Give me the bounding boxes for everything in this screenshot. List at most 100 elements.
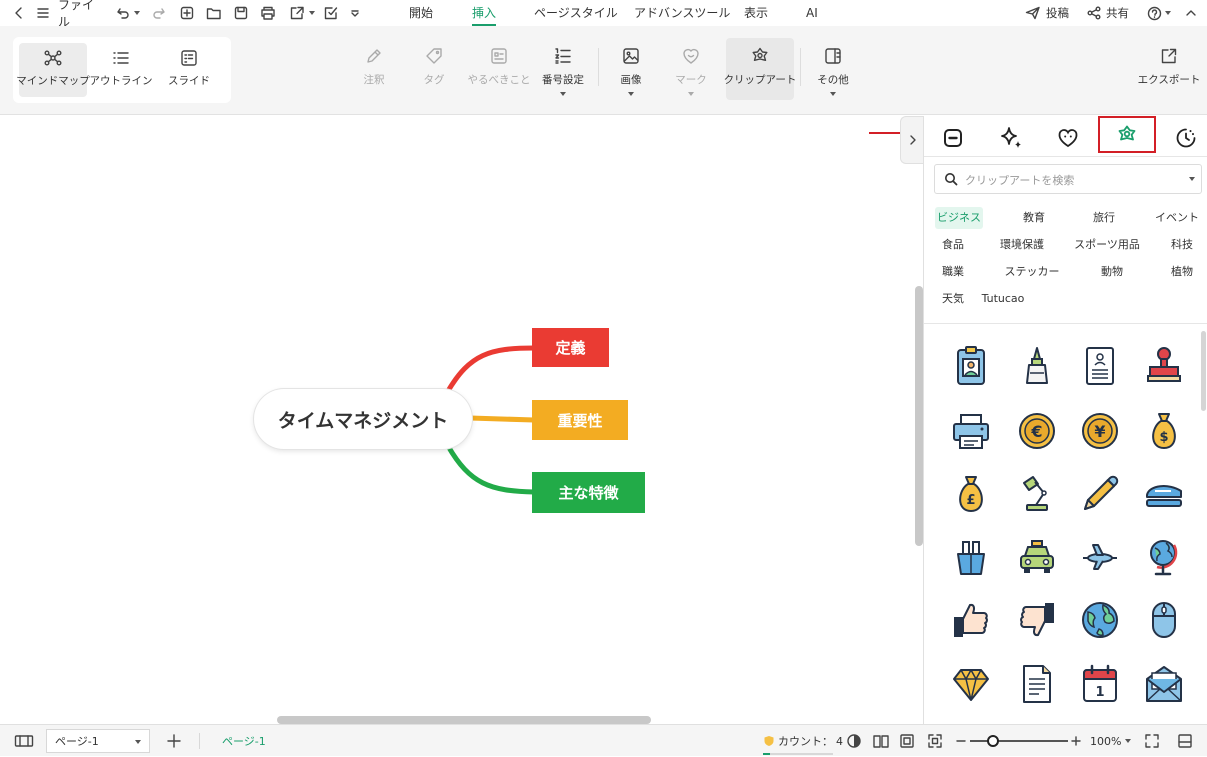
undo-dropdown-icon[interactable]	[132, 0, 142, 26]
category-environment[interactable]: 環境保護	[994, 234, 1050, 256]
print-icon[interactable]	[258, 0, 278, 26]
fit-screen-icon[interactable]	[927, 725, 943, 757]
image-tool[interactable]: 画像	[608, 38, 654, 100]
clipart-tool[interactable]: クリップアート	[724, 38, 796, 100]
zoom-level[interactable]: 100%	[1090, 725, 1132, 757]
other-tool[interactable]: その他	[810, 38, 856, 100]
page-select[interactable]: ページ-1	[46, 729, 150, 753]
collapse-ribbon-icon[interactable]	[1182, 0, 1200, 26]
category-food[interactable]: 食品	[935, 234, 971, 256]
mark-tool[interactable]: マーク	[668, 38, 714, 100]
thumbs-up-icon[interactable]	[950, 599, 992, 641]
export-dropdown-icon[interactable]	[307, 0, 317, 26]
share-button[interactable]: 共有	[1083, 0, 1133, 26]
document-icon[interactable]	[1016, 663, 1058, 705]
resume-document-icon[interactable]	[1079, 345, 1121, 387]
thumbs-down-icon[interactable]	[1016, 599, 1058, 641]
canvas-horizontal-scrollbar[interactable]	[277, 716, 651, 724]
search-dropdown-icon[interactable]	[1189, 177, 1195, 181]
redo-icon[interactable]	[150, 0, 168, 26]
binder-clip-icon[interactable]	[950, 536, 992, 578]
panel-tab-clipart[interactable]	[1098, 116, 1156, 153]
mindmap-canvas[interactable]: タイムマネジメント 定義 重要性 主な特徴	[0, 116, 924, 724]
category-education[interactable]: 教育	[1014, 207, 1054, 229]
tab-advanced-tools[interactable]: アドバンスツール	[634, 0, 730, 26]
id-badge-icon[interactable]	[950, 345, 992, 387]
save-icon[interactable]	[232, 0, 250, 26]
pound-money-bag-icon[interactable]: £	[950, 473, 992, 515]
yen-coin-icon[interactable]: ¥	[1079, 410, 1121, 452]
tab-ai[interactable]: AI	[806, 0, 818, 26]
clipart-search-input[interactable]	[965, 171, 1175, 189]
computer-mouse-icon[interactable]	[1143, 599, 1185, 641]
tab-page-style[interactable]: ページスタイル	[534, 0, 618, 26]
topic-importance[interactable]: 重要性	[532, 400, 628, 440]
clipart-search-box[interactable]	[934, 164, 1202, 194]
pencil-icon[interactable]	[1079, 473, 1121, 515]
share-export-icon[interactable]	[288, 0, 308, 26]
numbering-tool[interactable]: 番号設定	[536, 38, 590, 100]
stapler-icon[interactable]	[1143, 473, 1185, 515]
central-topic[interactable]: タイムマネジメント	[254, 389, 472, 449]
more-quick-access-icon[interactable]	[346, 0, 364, 26]
export-button[interactable]: エクスポート	[1138, 38, 1200, 100]
earth-icon[interactable]	[1079, 599, 1121, 641]
page-tab[interactable]: ページ-1	[222, 725, 266, 757]
fit-page-icon[interactable]	[899, 725, 915, 757]
add-page-button[interactable]	[166, 725, 182, 757]
glue-bottle-icon[interactable]	[1016, 345, 1058, 387]
calendar-icon[interactable]: 1	[1079, 663, 1121, 705]
outline-view-button[interactable]: アウトライン	[87, 43, 155, 97]
euro-coin-icon[interactable]: €	[1016, 410, 1058, 452]
topic-features[interactable]: 主な特徴	[532, 472, 645, 513]
file-menu[interactable]: ファイル	[58, 0, 96, 29]
topic-definition[interactable]: 定義	[532, 328, 609, 367]
desk-lamp-icon[interactable]	[1016, 473, 1058, 515]
tag-tool[interactable]: タグ	[412, 38, 456, 100]
category-weather[interactable]: 天気	[935, 288, 971, 310]
open-folder-icon[interactable]	[204, 0, 224, 26]
post-button[interactable]: 投稿	[1022, 0, 1072, 26]
annotation-tool[interactable]: 注釈	[352, 38, 396, 100]
checkbox-edit-icon[interactable]	[322, 0, 340, 26]
category-plant[interactable]: 植物	[1164, 261, 1200, 283]
slide-view-button[interactable]: スライド	[155, 43, 223, 97]
new-file-icon[interactable]	[178, 0, 196, 26]
undo-icon[interactable]	[114, 0, 132, 26]
panel-tab-history[interactable]	[1162, 122, 1207, 154]
canvas-vertical-scrollbar[interactable]	[915, 286, 923, 546]
panel-tab-format[interactable]	[929, 122, 977, 154]
category-sports[interactable]: スポーツ用品	[1074, 234, 1140, 256]
panel-layout-icon[interactable]	[1177, 725, 1193, 757]
printer-icon[interactable]	[950, 410, 992, 452]
taxi-icon[interactable]	[1016, 536, 1058, 578]
envelope-icon[interactable]	[1143, 663, 1185, 705]
category-event[interactable]: イベント	[1154, 207, 1200, 229]
book-view-icon[interactable]	[872, 725, 890, 757]
todo-tool[interactable]: やるべきこと	[468, 38, 531, 100]
page-panel-toggle-icon[interactable]	[14, 725, 34, 757]
tab-insert[interactable]: 挿入	[472, 0, 497, 26]
back-icon[interactable]	[10, 0, 28, 26]
category-occupation[interactable]: 職業	[935, 261, 971, 283]
zoom-slider[interactable]	[970, 740, 1068, 742]
panel-tab-mark[interactable]	[1044, 122, 1092, 154]
category-animal[interactable]: 動物	[1092, 261, 1132, 283]
collapse-panel-button[interactable]	[900, 116, 924, 164]
theme-icon[interactable]	[846, 725, 862, 757]
zoom-slider-handle[interactable]	[987, 735, 999, 747]
dollar-money-bag-icon[interactable]: $	[1143, 410, 1185, 452]
help-button[interactable]	[1145, 0, 1173, 26]
tab-start[interactable]: 開始	[409, 0, 433, 26]
tab-view[interactable]: 表示	[744, 0, 768, 26]
panel-scrollbar[interactable]	[1201, 331, 1206, 411]
panel-tab-ai[interactable]	[987, 122, 1035, 154]
rubber-stamp-icon[interactable]	[1143, 345, 1185, 387]
zoom-out-button[interactable]	[955, 725, 967, 757]
fullscreen-icon[interactable]	[1144, 725, 1160, 757]
category-business[interactable]: ビジネス	[935, 207, 983, 229]
airplane-icon[interactable]	[1079, 536, 1121, 578]
zoom-in-button[interactable]	[1070, 725, 1082, 757]
diamond-icon[interactable]	[950, 663, 992, 705]
mindmap-view-button[interactable]: マインドマップ	[16, 43, 90, 97]
